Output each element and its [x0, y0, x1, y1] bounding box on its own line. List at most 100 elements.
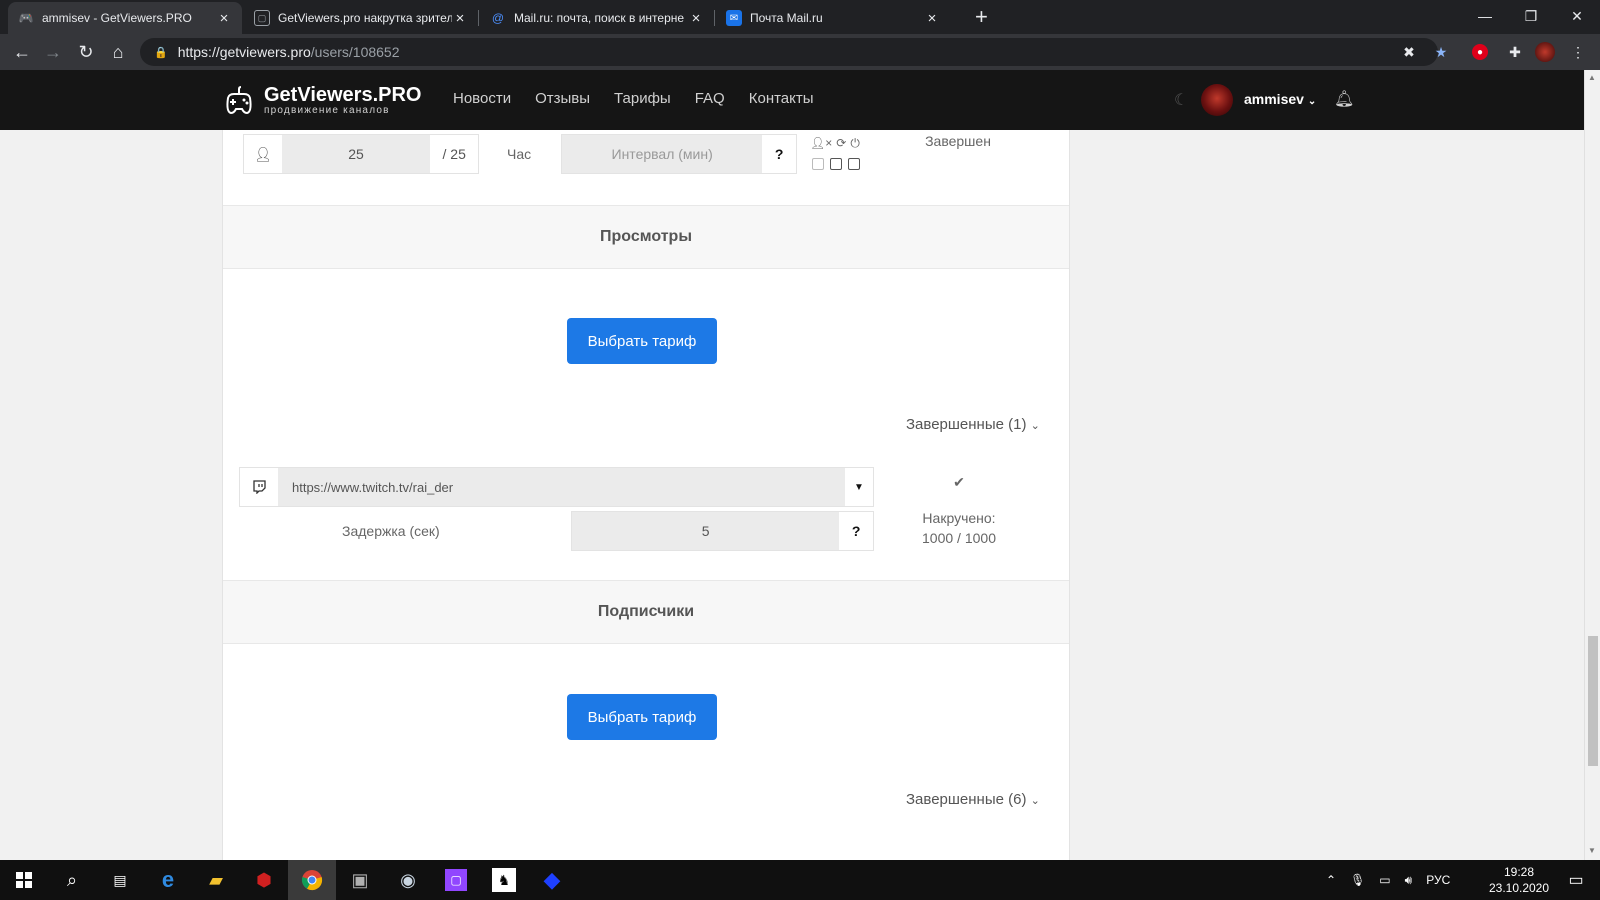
system-tray: ⌃ 🎙︎ ▭ 🔊︎ РУС — [1326, 860, 1450, 900]
windows-start-icon[interactable] — [0, 860, 48, 900]
close-window-button[interactable]: ✕ — [1554, 0, 1600, 32]
nav-contacts[interactable]: Контакты — [749, 90, 814, 107]
scrollbar-thumb[interactable] — [1588, 636, 1598, 766]
network-icon[interactable]: ▭ — [1379, 873, 1390, 887]
task-view-icon[interactable]: ▤ — [96, 860, 144, 900]
search-icon[interactable]: ⌕ — [48, 860, 96, 900]
username: ammisev — [1244, 91, 1304, 107]
bookmark-star-icon[interactable]: ★ — [1431, 42, 1451, 62]
followers-section-title: Подписчики — [223, 580, 1069, 644]
main-nav: Новости Отзывы Тарифы FAQ Контакты — [453, 90, 838, 107]
reload-icon[interactable]: ↻ — [74, 40, 98, 64]
nav-tariffs[interactable]: Тарифы — [614, 90, 671, 107]
game-app-icon[interactable]: ♞ — [480, 860, 528, 900]
antivirus-icon[interactable]: ⬢ — [240, 860, 288, 900]
diamond-app-icon[interactable]: ◆ — [528, 860, 576, 900]
tab-title: Почта Mail.ru — [750, 11, 823, 25]
page-scrollbar[interactable]: ▲ ▼ — [1584, 70, 1600, 860]
adblock-extension-icon[interactable]: ● — [1472, 44, 1488, 60]
nav-faq[interactable]: FAQ — [695, 90, 725, 107]
views-completed-toggle[interactable]: Завершенные (1) ⌄ — [906, 416, 1040, 433]
moon-icon[interactable]: ☾ — [1174, 90, 1188, 110]
chevron-down-icon: ⌄ — [1307, 96, 1317, 107]
new-tab-button[interactable]: + — [975, 5, 988, 29]
tab-mailru-mail[interactable]: ✉ Почта Mail.ru × — [716, 2, 950, 34]
orders-card: 👤︎ 25 / 25 Час Интервал (мин) ? 👤︎× ⟳ ⏻ … — [222, 130, 1070, 860]
close-icon[interactable]: × — [216, 10, 232, 27]
caret-down-icon[interactable]: ▼ — [845, 468, 873, 506]
tab-separator — [478, 10, 479, 26]
user-remove-icon: 👤︎× — [810, 136, 833, 150]
tab-getviewers-profile[interactable]: 🎮 ammisev - GetViewers.PRO × — [8, 2, 242, 34]
option-icons: 👤︎× ⟳ ⏻ — [810, 136, 860, 151]
interval-input[interactable]: Интервал (мин) — [562, 135, 763, 173]
gamepad-icon: 🎮 — [18, 11, 34, 25]
back-arrow-icon[interactable]: ← — [10, 40, 34, 64]
nav-news[interactable]: Новости — [453, 90, 511, 107]
clock-time: 19:28 — [1503, 865, 1535, 879]
user-menu[interactable]: ammisev ⌄ — [1244, 91, 1316, 107]
extensions-puzzle-icon[interactable]: ✚ — [1505, 42, 1525, 62]
lock-icon: 🔒 — [154, 46, 168, 59]
system-clock[interactable]: 19:28 23.10.2020 — [1484, 864, 1554, 896]
clock-date: 23.10.2020 — [1488, 881, 1550, 895]
file-explorer-icon[interactable]: ▰ — [192, 860, 240, 900]
followers-completed-toggle[interactable]: Завершенные (6) ⌄ — [906, 791, 1040, 808]
scroll-up-arrow-icon[interactable]: ▲ — [1588, 73, 1596, 82]
user-icon: 👤︎ — [244, 135, 282, 173]
volume-icon[interactable]: 🔊︎ — [1405, 873, 1413, 888]
interval-help-button[interactable]: ? — [762, 135, 796, 173]
power-checkbox[interactable] — [848, 158, 860, 170]
twitch-icon — [240, 468, 278, 506]
more-menu-icon[interactable]: ⋮ — [1568, 42, 1588, 62]
delay-help-button[interactable]: ? — [839, 512, 873, 550]
avatar[interactable] — [1201, 84, 1233, 116]
progress-label: Накручено: — [922, 510, 996, 526]
chrome-icon[interactable] — [288, 860, 336, 900]
refresh-checkbox[interactable] — [830, 158, 842, 170]
stream-url-input[interactable]: https://www.twitch.tv/rai_der — [278, 468, 845, 506]
site-header: GetViewers.PRO продвижение каналов Новос… — [0, 70, 1584, 130]
delay-group: 5 ? — [571, 511, 874, 551]
scroll-down-arrow-icon[interactable]: ▼ — [1588, 846, 1596, 855]
tab-separator — [714, 10, 715, 26]
app-window-icon[interactable]: ▣ — [336, 860, 384, 900]
tab-getviewers-twitch[interactable]: ▢ GetViewers.pro накрутка зрител × — [244, 2, 478, 34]
views-choose-tariff-button[interactable]: Выбрать тариф — [567, 318, 717, 364]
followers-choose-tariff-button[interactable]: Выбрать тариф — [567, 694, 717, 740]
restore-button[interactable]: ❐ — [1508, 0, 1554, 32]
delay-label: Задержка (сек) — [342, 523, 440, 539]
tab-mailru-search[interactable]: @ Mail.ru: почта, поиск в интерне × — [480, 2, 714, 34]
translate-blocked-icon[interactable]: ✖ — [1399, 42, 1419, 62]
home-icon[interactable]: ⌂ — [106, 40, 130, 64]
steam-icon[interactable]: ◉ — [384, 860, 432, 900]
bell-icon[interactable]: 🔔︎ — [1334, 89, 1354, 109]
stream-url-group: https://www.twitch.tv/rai_der ▼ — [239, 467, 874, 507]
twitch-icon: ▢ — [254, 10, 270, 26]
address-bar[interactable]: 🔒 https://getviewers.pro/users/108652 — [140, 38, 1438, 66]
viewers-count-group: 👤︎ 25 / 25 — [243, 134, 479, 174]
tab-title: GetViewers.pro накрутка зрител — [278, 11, 452, 25]
order-status: Завершен — [925, 133, 991, 149]
forward-arrow-icon[interactable]: → — [41, 40, 65, 64]
site-logo[interactable]: GetViewers.PRO продвижение каналов — [222, 84, 421, 118]
profile-avatar-icon[interactable] — [1535, 42, 1555, 62]
nav-reviews[interactable]: Отзывы — [535, 90, 590, 107]
logo-title: GetViewers.PRO — [264, 84, 422, 106]
close-icon[interactable]: × — [452, 10, 468, 27]
remove-user-checkbox[interactable] — [812, 158, 824, 170]
twitch-app-icon[interactable]: ▢ — [432, 860, 480, 900]
notifications-icon[interactable]: ▭ — [1552, 860, 1600, 900]
close-icon[interactable]: × — [688, 10, 704, 27]
delay-input[interactable]: 5 — [572, 512, 840, 550]
chevron-up-icon[interactable]: ⌃ — [1326, 873, 1336, 887]
viewers-count-input[interactable]: 25 — [281, 135, 431, 173]
language-indicator[interactable]: РУС — [1426, 873, 1450, 887]
edge-icon[interactable]: e — [144, 860, 192, 900]
close-icon[interactable]: × — [924, 10, 940, 27]
at-icon: @ — [491, 11, 505, 25]
gamepad-logo-icon — [226, 86, 252, 115]
microphone-icon[interactable]: 🎙︎ — [1350, 873, 1365, 887]
viewers-count-max: / 25 — [430, 135, 478, 173]
minimize-button[interactable]: — — [1462, 0, 1508, 32]
